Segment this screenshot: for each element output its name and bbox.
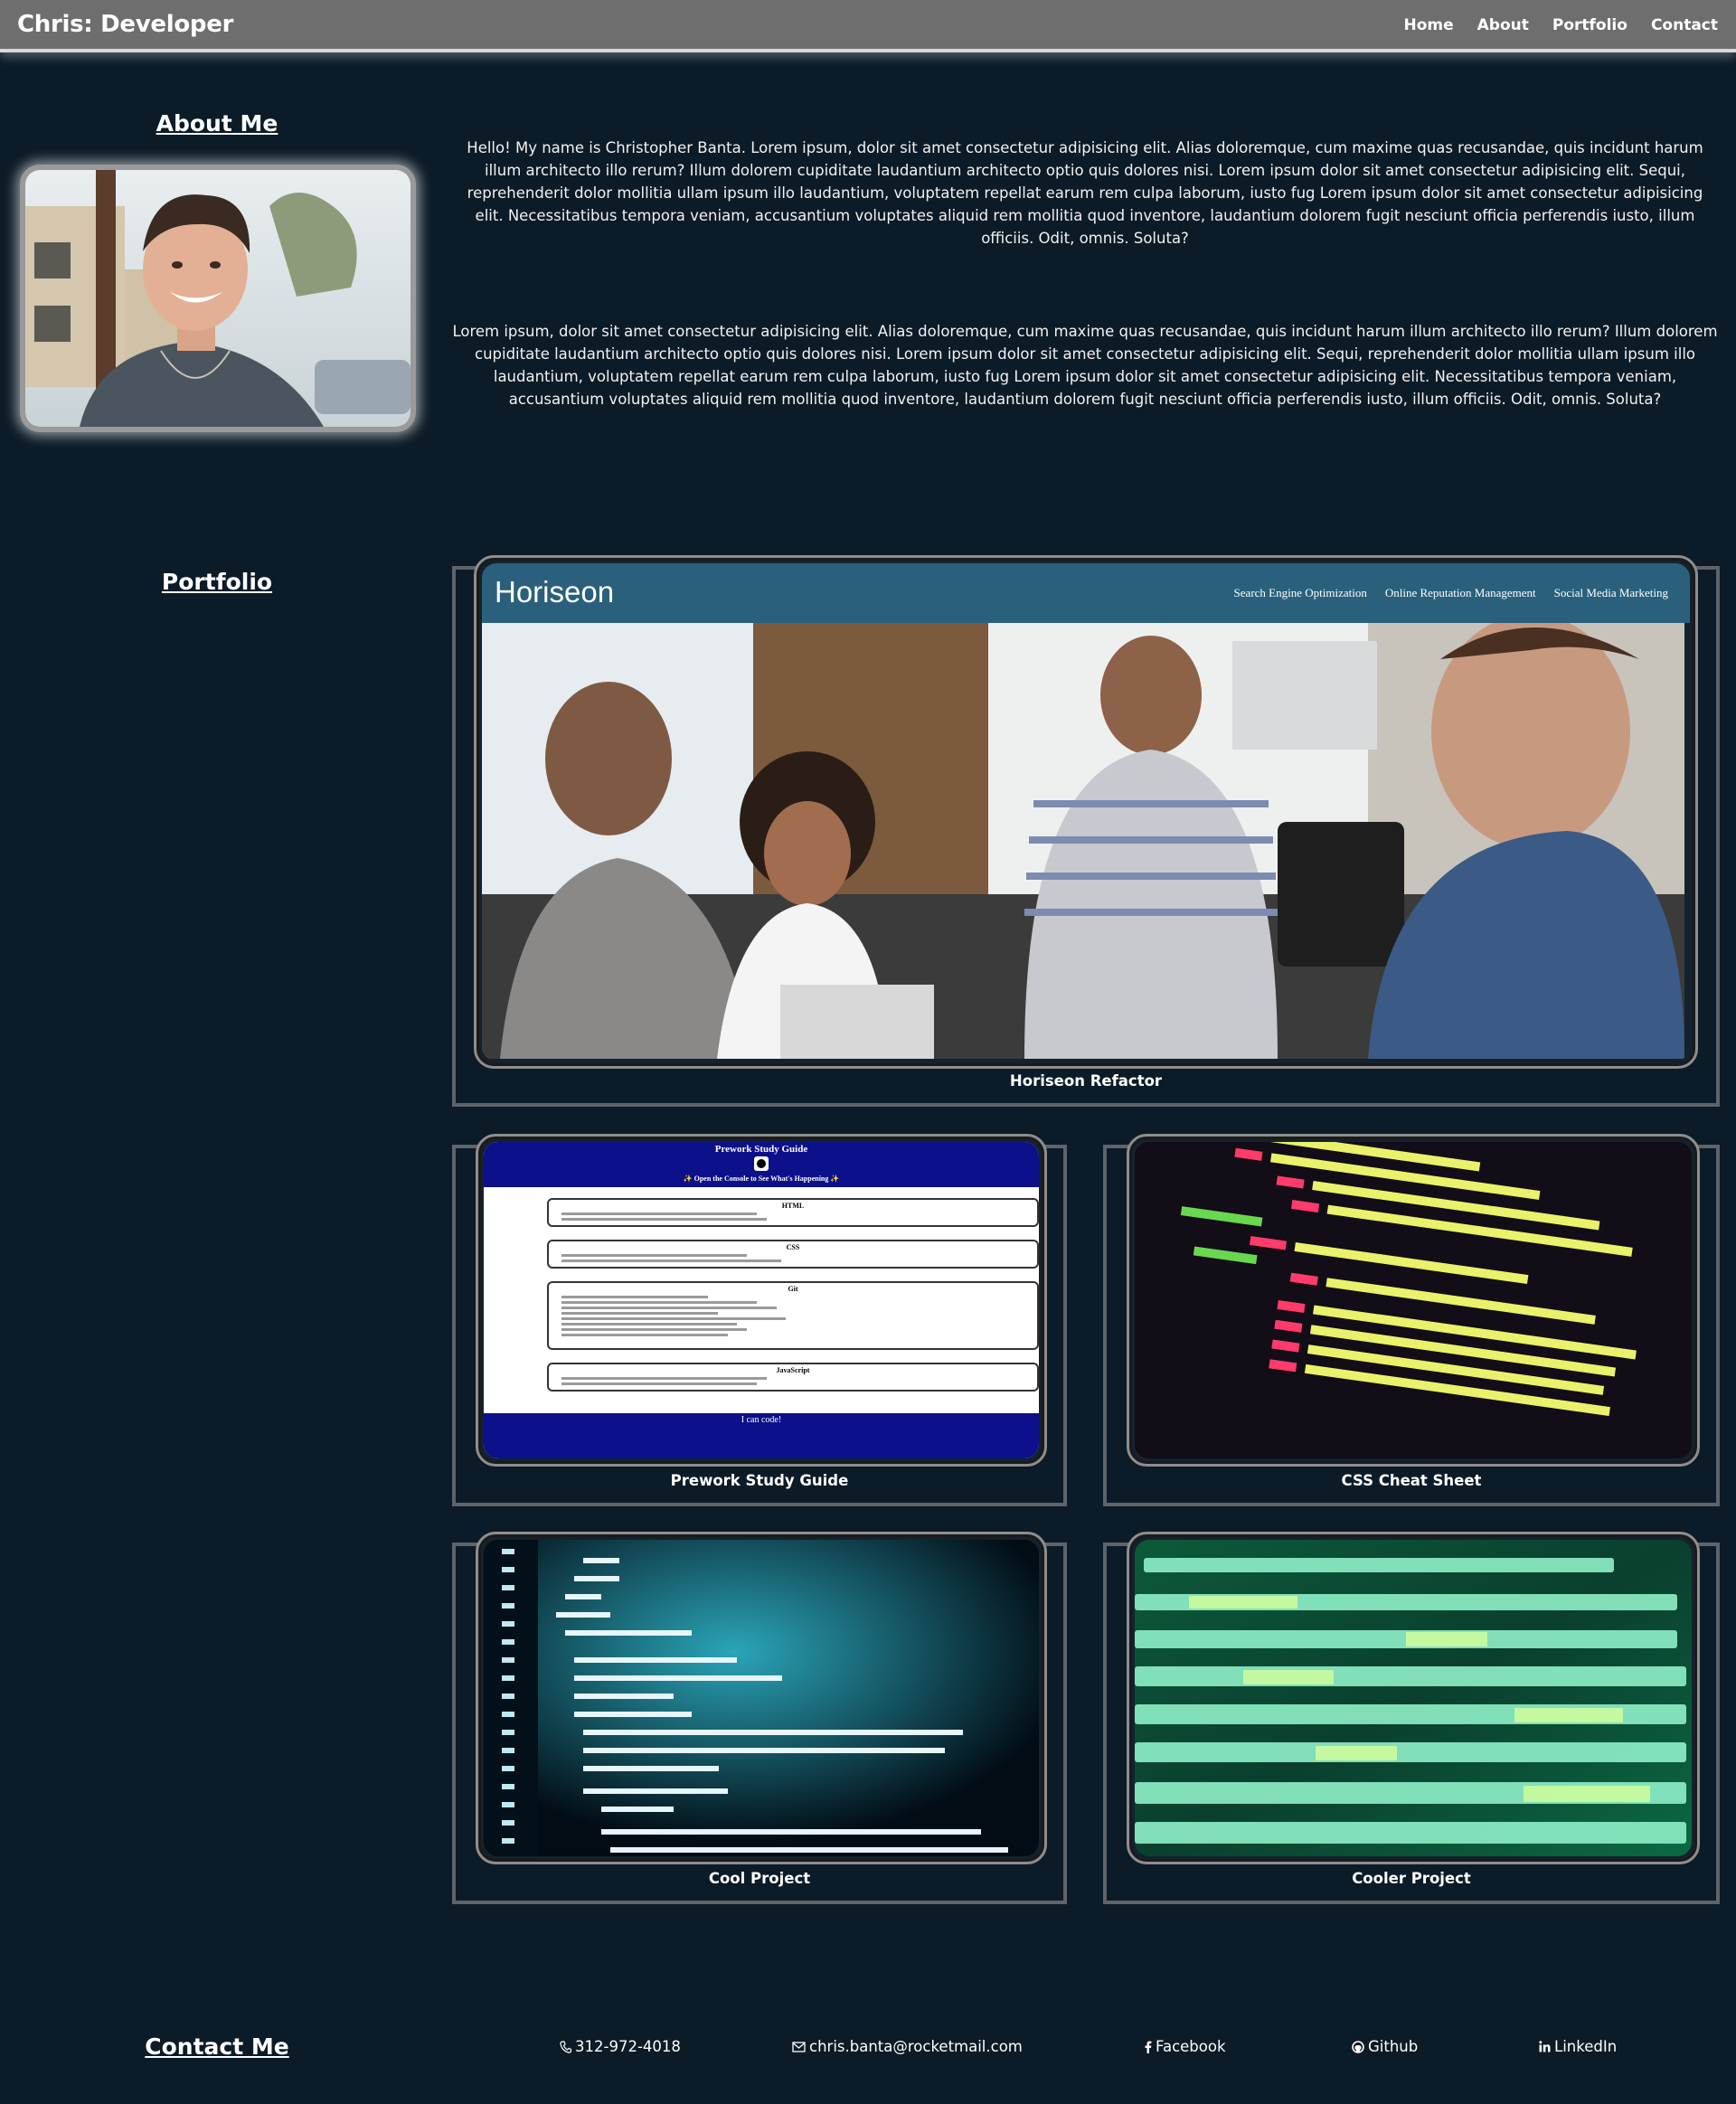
facebook-icon	[1145, 2041, 1152, 2053]
prework-section-title: CSS	[786, 1243, 800, 1251]
prework-section-css: CSS	[547, 1240, 1039, 1269]
project-caption[interactable]: Cool Project	[456, 1870, 1063, 1887]
profile-photo-image	[25, 170, 410, 427]
portfolio-heading: Portfolio	[161, 569, 273, 595]
prework-section-git: Git	[547, 1281, 1039, 1350]
profile-photo	[20, 165, 416, 432]
prework-section-title: JavaScript	[776, 1366, 810, 1374]
email-text[interactable]: chris.banta@rocketmail.com	[809, 2038, 1023, 2055]
linkedin-icon	[1539, 2041, 1551, 2052]
prework-header: Prework Study Guide ✨ Open the Console t…	[484, 1142, 1039, 1187]
horiseon-team-photo	[482, 623, 1684, 1059]
horiseon-nav-item: Social Media Marketing	[1553, 586, 1668, 599]
portfolio-card-prework[interactable]: Prework Study Guide ✨ Open the Console t…	[452, 1134, 1067, 1506]
horiseon-nav-item: Online Reputation Management	[1384, 586, 1536, 599]
project-caption[interactable]: Prework Study Guide	[456, 1472, 1063, 1489]
horiseon-nav-item: Search Engine Optimization	[1233, 586, 1367, 599]
contact-email[interactable]: chris.banta@rocketmail.com	[792, 2038, 1023, 2055]
nav-portfolio-link[interactable]: Portfolio	[1552, 16, 1628, 34]
portfolio-card-css-cheat-sheet[interactable]: CSS Cheat Sheet	[1103, 1134, 1720, 1506]
project-caption[interactable]: CSS Cheat Sheet	[1107, 1472, 1716, 1489]
project-caption[interactable]: Horiseon Refactor	[456, 1072, 1716, 1090]
facebook-text[interactable]: Facebook	[1156, 2038, 1226, 2055]
site-header: Chris: Developer Home About Portfolio Co…	[0, 0, 1736, 52]
horiseon-logo: Horiseon	[495, 575, 615, 609]
cool-project-screenshot	[484, 1540, 1039, 1856]
prework-section-title: Git	[788, 1285, 798, 1293]
phone-text[interactable]: 312-972-4018	[575, 2038, 681, 2055]
nav-about-link[interactable]: About	[1477, 16, 1529, 34]
nav-contact-link[interactable]: Contact	[1651, 16, 1718, 34]
contact-github[interactable]: Github	[1352, 2038, 1418, 2055]
prework-section-javascript: JavaScript	[547, 1363, 1039, 1392]
project-screenshot[interactable]	[1127, 1134, 1700, 1467]
prework-footer: I can code!	[484, 1413, 1039, 1458]
contact-heading: Contact Me	[145, 2033, 289, 2060]
horiseon-header-bar: Horiseon Search Engine Optimization Onli…	[482, 563, 1690, 623]
project-screenshot[interactable]	[476, 1532, 1047, 1864]
project-screenshot[interactable]: Prework Study Guide ✨ Open the Console t…	[476, 1134, 1047, 1467]
prework-title: Prework Study Guide	[714, 1144, 808, 1155]
email-icon	[792, 2041, 806, 2052]
portfolio-card-cool-project[interactable]: Cool Project	[452, 1532, 1067, 1904]
contact-facebook[interactable]: Facebook	[1145, 2038, 1226, 2055]
about-paragraph-2: Lorem ipsum, dolor sit amet consectetur …	[452, 323, 1718, 408]
prework-footer-text: I can code!	[741, 1415, 782, 1425]
portfolio-card-horiseon[interactable]: Horiseon Search Engine Optimization Onli…	[452, 555, 1720, 1107]
prework-section-title: HTML	[781, 1202, 805, 1210]
code-image	[1135, 1540, 1692, 1856]
portfolio-card-cooler-project[interactable]: Cooler Project	[1103, 1532, 1720, 1904]
site-brand[interactable]: Chris: Developer	[17, 11, 233, 38]
contact-linkedin[interactable]: LinkedIn	[1539, 2038, 1617, 2055]
octocat-icon	[754, 1156, 769, 1171]
phone-icon	[560, 2040, 571, 2053]
main-nav: Home About Portfolio Contact	[1403, 16, 1718, 34]
prework-subtitle: ✨ Open the Console to See What's Happeni…	[683, 1175, 840, 1183]
contact-phone[interactable]: 312-972-4018	[560, 2038, 681, 2055]
project-screenshot[interactable]: Horiseon Search Engine Optimization Onli…	[474, 555, 1698, 1069]
code-image	[1135, 1142, 1692, 1458]
project-caption[interactable]: Cooler Project	[1107, 1870, 1716, 1887]
horiseon-nav: Search Engine Optimization Online Reputa…	[1234, 586, 1668, 600]
github-text[interactable]: Github	[1368, 2038, 1418, 2055]
about-heading: About Me	[156, 110, 278, 137]
css-cheatsheet-screenshot	[1135, 1142, 1692, 1458]
linkedin-text[interactable]: LinkedIn	[1554, 2038, 1617, 2055]
prework-section-html: HTML	[547, 1198, 1039, 1227]
github-icon	[1352, 2040, 1364, 2053]
about-paragraph-1: Hello! My name is Christopher Banta. Lor…	[467, 139, 1703, 247]
nav-home-link[interactable]: Home	[1403, 16, 1453, 34]
cooler-project-screenshot	[1135, 1540, 1692, 1856]
prework-screenshot: Prework Study Guide ✨ Open the Console t…	[484, 1142, 1039, 1458]
code-image	[484, 1540, 1039, 1856]
project-screenshot[interactable]	[1127, 1532, 1700, 1864]
horiseon-screenshot: Horiseon Search Engine Optimization Onli…	[482, 563, 1690, 1061]
